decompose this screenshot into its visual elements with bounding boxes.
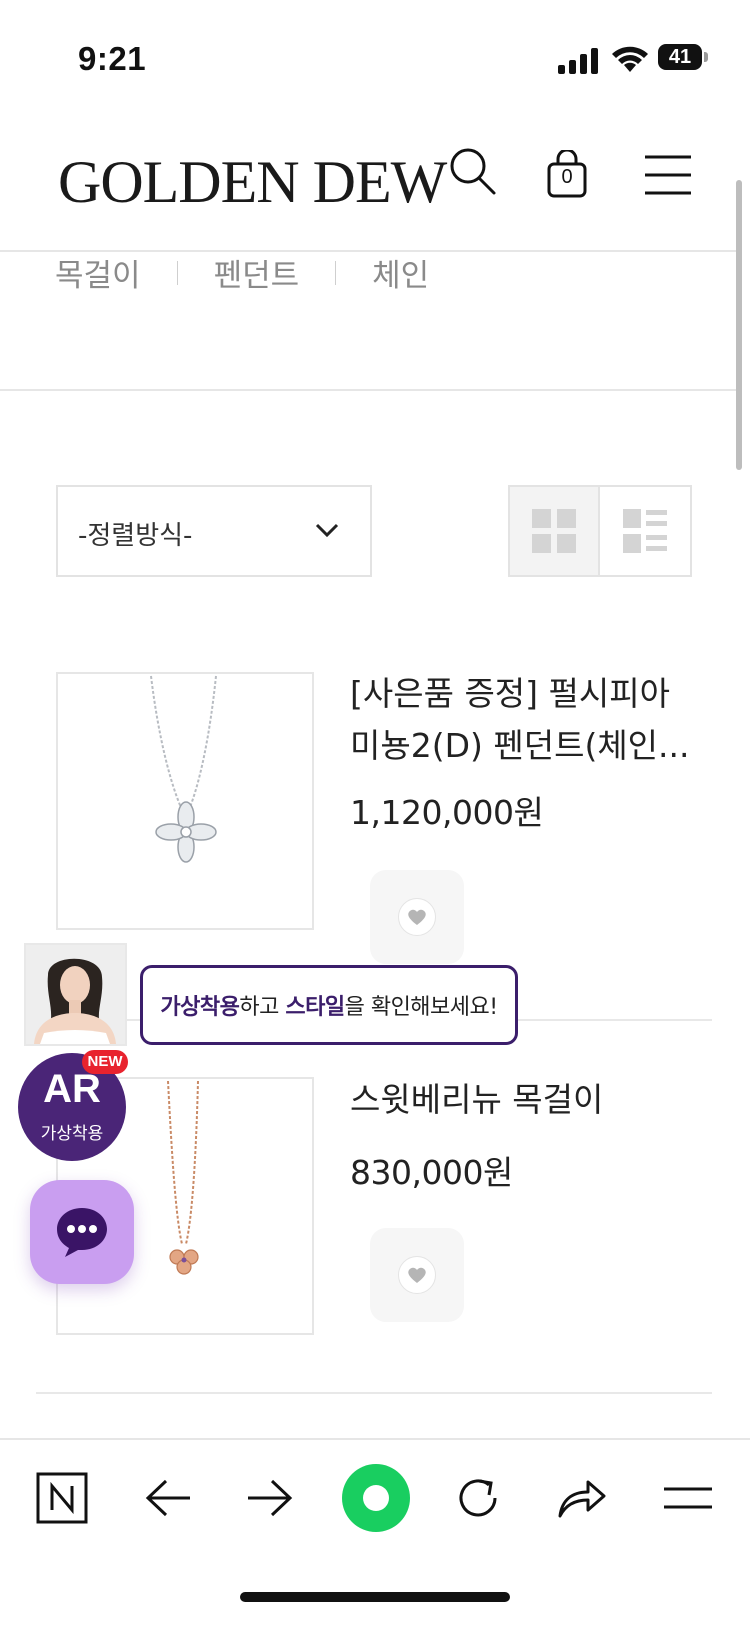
ar-subtitle: 가상착용 <box>40 1124 104 1144</box>
new-badge: NEW <box>82 1050 128 1074</box>
product-name[interactable]: [사은품 증정] 펄시피아 미뇽2(D) 펜던트(체인... <box>350 668 690 772</box>
tab-divider <box>335 260 337 285</box>
nav-divider <box>0 389 736 391</box>
chevron-down-icon <box>315 523 339 538</box>
model-image <box>26 945 125 1044</box>
sort-dropdown[interactable]: -정렬방식- <box>56 485 372 577</box>
wifi-icon <box>612 46 648 72</box>
share-button[interactable] <box>552 1468 612 1528</box>
product-price: 830,000원 <box>350 1153 513 1192</box>
ar-model-photo[interactable] <box>24 943 127 1046</box>
browser-menu-button[interactable] <box>658 1468 718 1528</box>
product-image[interactable] <box>56 672 314 930</box>
category-nav: 목걸이 펜던트 체인 <box>55 250 429 295</box>
naver-n-icon <box>36 1472 88 1524</box>
chat-icon <box>57 1208 107 1257</box>
bubble-highlight: 가상착용 <box>160 995 240 1020</box>
home-indicator[interactable] <box>240 1592 510 1602</box>
arrow-left-icon <box>145 1479 190 1517</box>
chat-button[interactable] <box>30 1180 134 1284</box>
heart-icon <box>408 1267 426 1283</box>
share-icon <box>558 1480 606 1518</box>
forward-button[interactable] <box>240 1468 300 1528</box>
battery-icon: 41 <box>658 44 708 72</box>
wishlist-button[interactable] <box>370 1228 464 1322</box>
tab-pendant[interactable]: 펜던트 <box>214 250 300 295</box>
brand-logo[interactable]: GOLDEN DEW <box>58 148 447 217</box>
cart-count: 0 <box>561 166 573 188</box>
grid-view-icon <box>532 509 576 553</box>
scrollbar[interactable] <box>736 180 742 470</box>
view-toggle <box>508 485 692 577</box>
menu-icon[interactable] <box>645 154 691 196</box>
tab-chain[interactable]: 체인 <box>372 250 429 295</box>
back-button[interactable] <box>138 1468 198 1528</box>
heart-icon <box>408 909 426 925</box>
search-icon[interactable] <box>446 146 498 198</box>
product-price: 1,120,000원 <box>350 793 544 832</box>
status-time: 9:21 <box>78 40 147 77</box>
cellular-signal-icon <box>558 48 598 74</box>
arrow-right-icon <box>248 1479 293 1517</box>
ar-promo-bubble[interactable]: 가상착용 하고 스타일 을 확인해보세요! <box>140 965 518 1045</box>
naver-green-icon <box>342 1464 410 1532</box>
list-view-icon <box>623 509 667 553</box>
naver-green-button[interactable] <box>340 1462 412 1534</box>
bubble-text: 을 확인해보세요! <box>344 995 499 1020</box>
list-view-button[interactable] <box>600 487 690 575</box>
tab-divider <box>176 260 178 285</box>
refresh-button[interactable] <box>448 1468 508 1528</box>
sort-label: -정렬방식- <box>78 521 193 551</box>
battery-level: 41 <box>668 46 692 68</box>
product-name[interactable]: 스윗베리뉴 목걸이 <box>350 1074 690 1126</box>
cart-button[interactable]: 0 <box>546 148 588 198</box>
tab-necklace[interactable]: 목걸이 <box>55 250 141 295</box>
product-divider <box>36 1392 712 1394</box>
grid-view-button[interactable] <box>510 487 600 575</box>
refresh-icon <box>459 1479 497 1517</box>
menu-lines-icon <box>664 1487 712 1509</box>
naver-home-button[interactable] <box>32 1468 92 1528</box>
bubble-highlight: 스타일 <box>285 995 345 1020</box>
necklace-pendant-image <box>150 675 217 863</box>
wishlist-button[interactable] <box>370 870 464 964</box>
bubble-text: 하고 <box>239 995 286 1020</box>
